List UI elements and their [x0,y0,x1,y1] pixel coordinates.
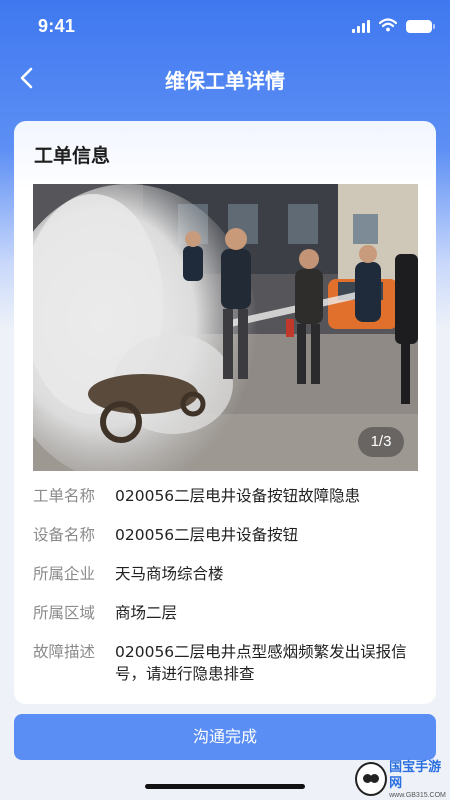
battery-icon [406,19,435,33]
page-title: 维保工单详情 [165,69,285,93]
watermark-logo: 国宝手游网 www.GB315.COM [355,758,450,800]
info-label: 故障描述 [33,643,96,661]
home-indicator[interactable] [145,784,305,789]
panda-logo-icon [355,762,388,796]
status-bar: 9:41 [0,0,450,52]
info-value: 020056二层电井设备按钮 [115,526,299,544]
info-value: 商场二层 [115,604,178,622]
info-row-fault-description: 故障描述 020056二层电井点型感烟频繁发出误报信号，请进行隐患排查 [33,641,423,685]
info-row-device-name: 设备名称 020056二层电井设备按钮 [33,524,423,546]
status-icons [352,17,435,36]
info-row-area: 所属区域 商场二层 [33,602,423,624]
nav-bar: 维保工单详情 [0,52,450,104]
fire-extinguisher-drill-photo [33,184,418,471]
wifi-icon [378,17,398,36]
info-row-work-order-name: 工单名称 020056二层电井设备按钮故障隐患 [33,485,423,507]
work-order-card: 工单信息 1/3 工单名称 020056二层电井设备按钮故障隐患 设备名称 02… [14,121,436,704]
info-label: 设备名称 [33,526,96,544]
info-value: 天马商场综合楼 [115,565,224,583]
info-label: 所属区域 [33,604,96,622]
photo-carousel[interactable]: 1/3 [33,184,418,471]
info-value: 020056二层电井点型感烟频繁发出误报信号，请进行隐患排查 [115,643,407,683]
communication-complete-button[interactable]: 沟通完成 [14,714,436,760]
photo-pager-badge: 1/3 [358,427,404,457]
status-time: 9:41 [38,16,76,36]
section-title: 工单信息 [34,145,111,167]
cellular-signal-icon [352,19,370,33]
info-label: 工单名称 [33,487,96,505]
info-list: 工单名称 020056二层电井设备按钮故障隐患 设备名称 020056二层电井设… [33,485,423,702]
info-value: 020056二层电井设备按钮故障隐患 [115,487,361,505]
watermark-name: 国宝手游网 [389,759,442,791]
info-label: 所属企业 [33,565,96,583]
watermark-url: www.GB315.COM [389,791,446,799]
info-row-company: 所属企业 天马商场综合楼 [33,563,423,585]
